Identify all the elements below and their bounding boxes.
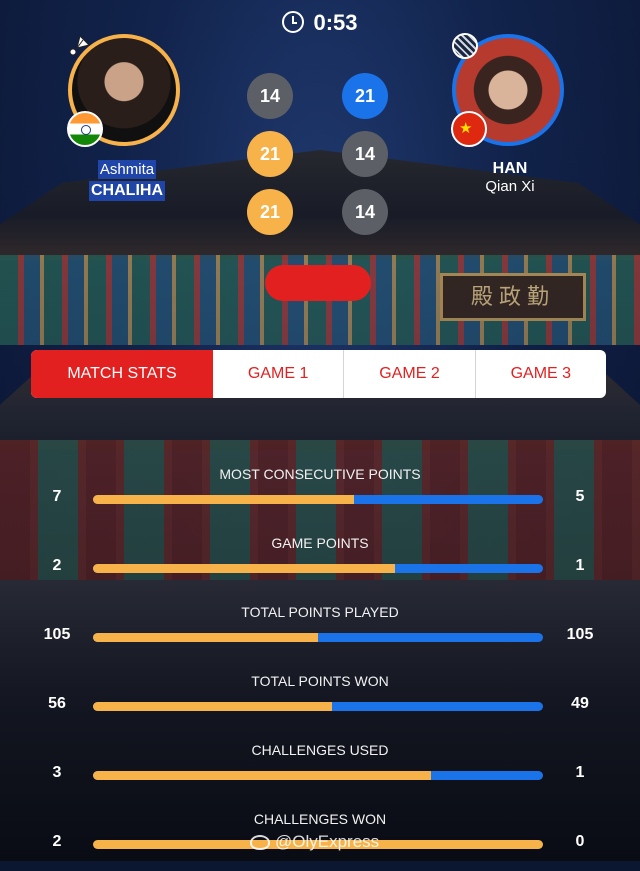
clock-icon: [282, 11, 305, 33]
stat-left-value: 7: [52, 488, 62, 505]
status-pill[interactable]: [265, 265, 371, 301]
india-flag-icon: [67, 111, 103, 147]
stat-row: MOST CONSECUTIVE POINTS 7 5: [0, 466, 640, 526]
stat-right-value: 49: [571, 695, 589, 712]
stat-label: CHALLENGES WON: [253, 811, 387, 827]
game3-left-score: 21: [247, 189, 293, 235]
stat-left-value: 56: [48, 695, 66, 712]
shuttlecock-icon: [69, 35, 90, 56]
right-player-first-name: Qian Xi: [485, 178, 535, 195]
stat-right-value: 105: [566, 626, 594, 643]
stat-bar: [93, 702, 543, 711]
game1-right-score: 21: [342, 73, 388, 119]
game2-left-score: 21: [247, 131, 293, 177]
weibo-icon: [250, 835, 270, 850]
stat-right-value: 1: [575, 764, 585, 781]
tab-match-stats[interactable]: MATCH STATS: [31, 350, 213, 398]
tab-game-3[interactable]: GAME 3: [474, 350, 606, 398]
game3-right-score: 14: [342, 189, 388, 235]
stat-row: TOTAL POINTS WON 56 49: [0, 673, 640, 733]
left-player-first-name: Ashmita: [97, 160, 157, 179]
right-player-last-name: HAN: [492, 160, 528, 177]
stat-bar-fill: [93, 771, 431, 780]
left-player-last-name: CHALIHA: [89, 181, 165, 201]
stat-right-value: 0: [575, 833, 585, 850]
stat-label: GAME POINTS: [271, 535, 369, 551]
watermark-text: @OlyExpress: [275, 832, 380, 851]
stat-row: CHALLENGES USED 3 1: [0, 742, 640, 802]
stat-bar: [93, 633, 543, 642]
tab-game-2[interactable]: GAME 2: [343, 350, 474, 398]
stat-label: TOTAL POINTS WON: [251, 673, 389, 689]
stat-bar-fill: [93, 495, 354, 504]
stat-row: TOTAL POINTS PLAYED 105 105: [0, 604, 640, 664]
right-player-name: HAN Qian Xi: [448, 160, 572, 195]
stat-bar: [93, 495, 543, 504]
stat-left-value: 2: [52, 833, 62, 850]
stat-right-value: 5: [575, 488, 585, 505]
stat-bar-fill: [93, 702, 332, 711]
stat-bar-fill: [93, 633, 318, 642]
stat-right-value: 1: [575, 557, 585, 574]
stat-label: MOST CONSECUTIVE POINTS: [219, 466, 421, 482]
game1-left-score: 14: [247, 73, 293, 119]
timer-value: 0:53: [313, 10, 358, 35]
stat-bar: [93, 771, 543, 780]
china-flag-icon: ★: [451, 111, 487, 147]
stat-label: TOTAL POINTS PLAYED: [241, 604, 399, 620]
tab-game-1[interactable]: GAME 1: [213, 350, 343, 398]
watermark: @OlyExpress: [250, 832, 379, 852]
racket-icon: [452, 33, 478, 59]
stat-bar: [93, 564, 543, 573]
stat-left-value: 105: [43, 626, 71, 643]
left-player-name: Ashmita CHALIHA: [62, 160, 192, 201]
match-timer: 0:53: [0, 10, 640, 36]
stat-left-value: 3: [52, 764, 62, 781]
stat-label: CHALLENGES USED: [251, 742, 389, 758]
stat-bar-fill: [93, 564, 395, 573]
stat-left-value: 2: [52, 557, 62, 574]
game2-right-score: 14: [342, 131, 388, 177]
stats-tabs: MATCH STATS GAME 1 GAME 2 GAME 3: [31, 350, 606, 398]
stat-row: GAME POINTS 2 1: [0, 535, 640, 595]
